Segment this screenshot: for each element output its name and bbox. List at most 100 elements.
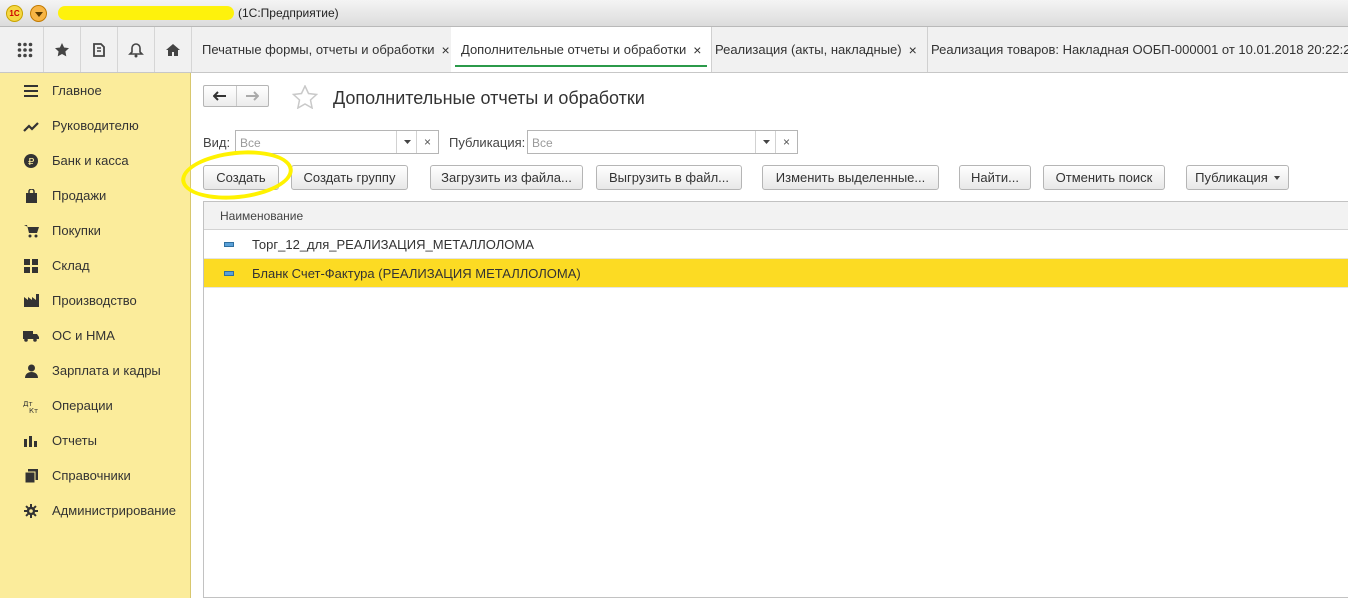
chevron-down-icon[interactable] bbox=[755, 131, 776, 153]
row-name: Бланк Счет-Фактура (РЕАЛИЗАЦИЯ МЕТАЛЛОЛО… bbox=[252, 266, 581, 281]
bar-chart-icon bbox=[21, 433, 41, 449]
tab-sales-invoice[interactable]: Реализация товаров: Накладная ООБП-00000… bbox=[921, 27, 1348, 72]
table-header: Наименование bbox=[204, 202, 1348, 230]
books-icon bbox=[21, 468, 41, 484]
column-header-name[interactable]: Наименование bbox=[220, 209, 303, 223]
tab-label: Реализация (акты, накладные) bbox=[715, 42, 902, 57]
sidebar-item-salary[interactable]: Зарплата и кадры bbox=[0, 353, 190, 388]
sidebar-item-main[interactable]: Главное bbox=[0, 73, 190, 108]
sidebar-item-label: Продажи bbox=[52, 188, 107, 203]
kind-filter-value: Все bbox=[240, 136, 261, 150]
clear-icon[interactable]: × bbox=[775, 131, 797, 153]
page-title: Дополнительные отчеты и обработки bbox=[333, 88, 645, 108]
sidebar-item-administration[interactable]: Администрирование bbox=[0, 493, 190, 528]
window-title: (1С:Предприятие) bbox=[238, 6, 339, 20]
tab-sales-acts[interactable]: Реализация (акты, накладные) × bbox=[705, 27, 928, 72]
sidebar-item-manager[interactable]: Руководителю bbox=[0, 108, 190, 143]
window-title-bar: 1С (1С:Предприятие) bbox=[0, 0, 1348, 27]
sidebar-item-directories[interactable]: Справочники bbox=[0, 458, 190, 493]
notifications-bell-icon[interactable] bbox=[118, 27, 155, 72]
load-from-file-button[interactable]: Загрузить из файла... bbox=[430, 165, 583, 190]
close-icon[interactable]: × bbox=[442, 42, 450, 58]
publication-filter-input[interactable]: Все × bbox=[527, 130, 798, 154]
home-icon[interactable] bbox=[155, 27, 192, 72]
item-marker-icon bbox=[224, 271, 234, 276]
tab-label: Реализация товаров: Накладная ООБП-00000… bbox=[931, 42, 1348, 57]
factory-icon bbox=[21, 293, 41, 309]
sidebar-item-bank[interactable]: ₽ Банк и касса bbox=[0, 143, 190, 178]
reports-table[interactable]: Наименование Торг_12_для_РЕАЛИЗАЦИЯ_МЕТА… bbox=[203, 201, 1348, 598]
svg-text:₽: ₽ bbox=[28, 157, 35, 168]
cancel-search-button[interactable]: Отменить поиск bbox=[1043, 165, 1165, 190]
change-selected-button[interactable]: Изменить выделенные... bbox=[762, 165, 939, 190]
publication-filter-label: Публикация: bbox=[449, 135, 526, 150]
sidebar-item-label: Банк и касса bbox=[52, 153, 129, 168]
clear-icon[interactable]: × bbox=[416, 131, 438, 153]
sidebar-item-label: Покупки bbox=[52, 223, 101, 238]
sidebar-item-production[interactable]: Производство bbox=[0, 283, 190, 318]
sidebar-item-label: Руководителю bbox=[52, 118, 139, 133]
shopping-bag-icon bbox=[21, 188, 41, 204]
sections-panel: Главное Руководителю ₽ Банк и касса Прод… bbox=[0, 73, 191, 598]
publication-menu-button[interactable]: Публикация bbox=[1186, 165, 1289, 190]
tab-label: Дополнительные отчеты и обработки bbox=[461, 42, 687, 57]
warehouse-icon bbox=[21, 258, 41, 274]
publication-menu-label: Публикация bbox=[1195, 170, 1268, 185]
save-to-file-button[interactable]: Выгрузить в файл... bbox=[596, 165, 742, 190]
close-icon[interactable]: × bbox=[693, 42, 701, 58]
find-button[interactable]: Найти... bbox=[959, 165, 1031, 190]
apps-grid-icon[interactable] bbox=[7, 27, 44, 72]
arrow-right-icon bbox=[246, 91, 260, 101]
add-to-favorites-star-icon[interactable] bbox=[291, 84, 319, 112]
sidebar-item-sales[interactable]: Продажи bbox=[0, 178, 190, 213]
navigation-buttons bbox=[203, 85, 269, 107]
dt-kt-icon: Дт Кт bbox=[21, 398, 41, 414]
tab-label: Печатные формы, отчеты и обработки bbox=[202, 42, 435, 57]
main-menu-dropdown-icon[interactable] bbox=[30, 5, 47, 22]
1c-logo-icon: 1С bbox=[6, 5, 23, 22]
annotation-circle bbox=[178, 145, 296, 205]
row-name: Торг_12_для_РЕАЛИЗАЦИЯ_МЕТАЛЛОЛОМА bbox=[252, 237, 534, 252]
forward-button[interactable] bbox=[235, 86, 269, 106]
redaction-scribble bbox=[58, 6, 234, 20]
sidebar-item-label: Справочники bbox=[52, 468, 131, 483]
sidebar-item-fixed-assets[interactable]: ОС и НМА bbox=[0, 318, 190, 353]
sidebar-item-label: Главное bbox=[52, 83, 102, 98]
tab-print-forms[interactable]: Печатные формы, отчеты и обработки × bbox=[192, 27, 461, 72]
create-group-button[interactable]: Создать группу bbox=[291, 165, 408, 190]
sidebar-item-operations[interactable]: Дт Кт Операции bbox=[0, 388, 190, 423]
table-row[interactable]: Торг_12_для_РЕАЛИЗАЦИЯ_МЕТАЛЛОЛОМА bbox=[204, 230, 1348, 259]
kind-filter-label: Вид: bbox=[203, 135, 231, 150]
back-button[interactable] bbox=[204, 86, 236, 106]
item-marker-icon bbox=[224, 242, 234, 247]
main-form: Дополнительные отчеты и обработки Вид: В… bbox=[178, 73, 1348, 598]
top-panel: Печатные формы, отчеты и обработки × Доп… bbox=[0, 27, 1348, 73]
menu-lines-icon bbox=[21, 83, 41, 99]
caret-down-icon bbox=[1273, 175, 1280, 180]
ruble-icon: ₽ bbox=[21, 153, 41, 169]
sidebar-item-warehouse[interactable]: Склад bbox=[0, 248, 190, 283]
svg-text:Кт: Кт bbox=[29, 407, 38, 413]
truck-icon bbox=[21, 328, 41, 344]
sidebar-item-label: ОС и НМА bbox=[52, 328, 115, 343]
close-icon[interactable]: × bbox=[909, 42, 917, 58]
tab-additional-reports[interactable]: Дополнительные отчеты и обработки × bbox=[451, 27, 713, 72]
history-icon[interactable] bbox=[81, 27, 118, 72]
sidebar-item-label: Отчеты bbox=[52, 433, 97, 448]
arrow-left-icon bbox=[212, 91, 226, 101]
gear-icon bbox=[21, 503, 41, 519]
chevron-down-icon[interactable] bbox=[396, 131, 417, 153]
sidebar-item-reports[interactable]: Отчеты bbox=[0, 423, 190, 458]
table-row-selected[interactable]: Бланк Счет-Фактура (РЕАЛИЗАЦИЯ МЕТАЛЛОЛО… bbox=[204, 259, 1348, 288]
favorites-star-icon[interactable] bbox=[44, 27, 81, 72]
trend-up-icon bbox=[21, 118, 41, 134]
sidebar-item-purchases[interactable]: Покупки bbox=[0, 213, 190, 248]
sidebar-item-label: Зарплата и кадры bbox=[52, 363, 161, 378]
sidebar-item-label: Администрирование bbox=[52, 503, 176, 518]
sidebar-item-label: Операции bbox=[52, 398, 113, 413]
cart-icon bbox=[21, 223, 41, 239]
kind-filter-input[interactable]: Все × bbox=[235, 130, 439, 154]
person-icon bbox=[21, 363, 41, 379]
publication-filter-value: Все bbox=[532, 136, 553, 150]
sidebar-item-label: Производство bbox=[52, 293, 137, 308]
